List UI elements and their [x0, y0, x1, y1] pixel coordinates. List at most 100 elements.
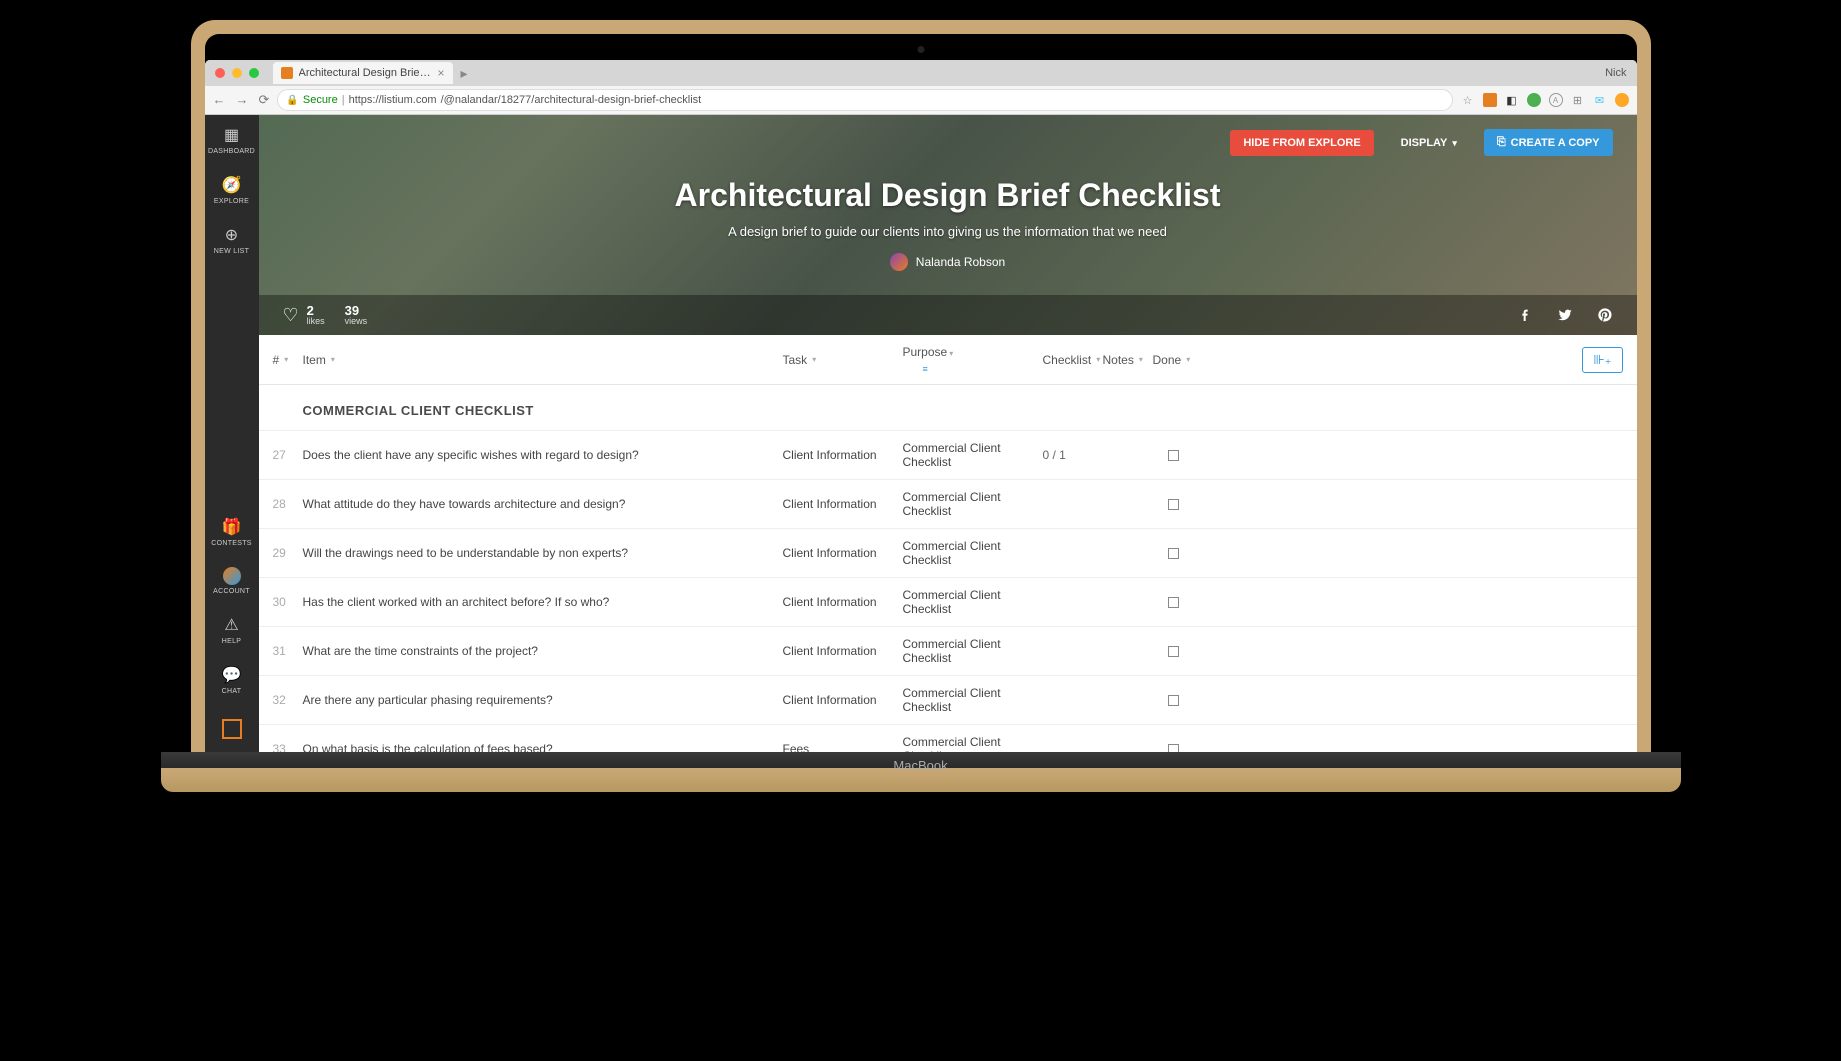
sidebar-item-newlist[interactable]: ⊕ NEW LIST: [205, 215, 259, 265]
row-item: Does the client have any specific wishes…: [303, 448, 783, 462]
row-number: 33: [273, 742, 303, 752]
url-field[interactable]: 🔒 Secure | https://listium.com/@nalandar…: [277, 89, 1452, 111]
row-purpose: Commercial Client Checklist: [903, 637, 1043, 665]
views-label: views: [345, 317, 368, 326]
row-item: Are there any particular phasing require…: [303, 693, 783, 707]
table-body: 27Does the client have any specific wish…: [259, 430, 1637, 752]
minimize-window-icon[interactable]: [232, 68, 242, 78]
column-header-checklist[interactable]: Checklist: [1043, 353, 1103, 367]
extension-icon[interactable]: [1527, 93, 1541, 107]
table-row[interactable]: 28What attitude do they have towards arc…: [259, 479, 1637, 528]
done-checkbox[interactable]: [1168, 744, 1179, 753]
done-checkbox[interactable]: [1168, 548, 1179, 559]
dashboard-icon: ▦: [224, 125, 239, 145]
sidebar-item-contests[interactable]: 🎁 CONTESTS: [205, 507, 259, 557]
author-link[interactable]: Nalanda Robson: [890, 253, 1005, 271]
bookmark-star-icon[interactable]: ☆: [1461, 93, 1475, 107]
tab-bar: Architectural Design Brief Che × ▸ Nick: [205, 60, 1637, 86]
hide-from-explore-button[interactable]: HIDE FROM EXPLORE: [1230, 130, 1373, 156]
sidebar-item-chat[interactable]: 💬 CHAT: [205, 655, 259, 705]
pinterest-icon[interactable]: [1597, 307, 1613, 323]
filter-icon: ≡: [923, 364, 928, 374]
row-done: [1153, 597, 1195, 608]
row-number: 27: [273, 448, 303, 462]
url-path: /@nalandar/18277/architectural-design-br…: [441, 94, 702, 106]
column-header-purpose[interactable]: Purpose ≡: [903, 345, 1043, 374]
sidebar-item-explore[interactable]: 🧭 EXPLORE: [205, 165, 259, 215]
back-icon[interactable]: ←: [213, 92, 226, 108]
tab-close-icon[interactable]: ×: [437, 66, 444, 80]
column-header-number[interactable]: #: [273, 353, 303, 367]
row-task: Client Information: [783, 546, 903, 560]
row-item: What are the time constraints of the pro…: [303, 644, 783, 658]
page-title: Architectural Design Brief Checklist: [675, 177, 1221, 214]
sidebar: ▦ DASHBOARD 🧭 EXPLORE ⊕ NEW LIST: [205, 115, 259, 752]
sidebar-item-label: EXPLORE: [214, 198, 249, 205]
done-checkbox[interactable]: [1168, 499, 1179, 510]
row-task: Fees: [783, 742, 903, 752]
extension-icon[interactable]: [1483, 93, 1497, 107]
chevron-down-icon: [1452, 137, 1457, 149]
extension-icon[interactable]: ◧: [1505, 93, 1519, 107]
display-label: DISPLAY: [1401, 137, 1448, 149]
column-label: Purpose: [903, 345, 954, 359]
table-row[interactable]: 31What are the time constraints of the p…: [259, 626, 1637, 675]
table-row[interactable]: 30Has the client worked with an architec…: [259, 577, 1637, 626]
extension-icon[interactable]: [1615, 93, 1629, 107]
done-checkbox[interactable]: [1168, 450, 1179, 461]
app-container: ▦ DASHBOARD 🧭 EXPLORE ⊕ NEW LIST: [205, 115, 1637, 752]
row-done: [1153, 450, 1195, 461]
tab-title: Architectural Design Brief Che: [299, 67, 432, 79]
column-header-done[interactable]: Done: [1153, 353, 1195, 367]
row-task: Client Information: [783, 448, 903, 462]
row-item: Will the drawings need to be understanda…: [303, 546, 783, 560]
column-header-notes[interactable]: Notes: [1103, 353, 1153, 367]
view-toggle-button[interactable]: ⊪₊: [1582, 347, 1622, 373]
window-controls: [205, 68, 269, 78]
address-bar: ← → ⟳ 🔒 Secure | https://listium.com/@na…: [205, 86, 1637, 114]
row-number: 31: [273, 644, 303, 658]
sidebar-item-help[interactable]: ⚠ HELP: [205, 605, 259, 655]
twitter-icon[interactable]: [1557, 307, 1573, 323]
sidebar-item-dashboard[interactable]: ▦ DASHBOARD: [205, 115, 259, 165]
facebook-icon[interactable]: [1517, 307, 1533, 323]
row-checklist: 0 / 1: [1043, 448, 1103, 462]
row-task: Client Information: [783, 644, 903, 658]
laptop-camera: [917, 46, 924, 53]
reload-icon[interactable]: ⟳: [259, 92, 270, 108]
row-done: [1153, 548, 1195, 559]
url-host: https://listium.com: [349, 94, 437, 106]
close-window-icon[interactable]: [215, 68, 225, 78]
page-subtitle: A design brief to guide our clients into…: [728, 224, 1167, 239]
maximize-window-icon[interactable]: [249, 68, 259, 78]
extension-icon[interactable]: ⊞: [1571, 93, 1585, 107]
table-row[interactable]: 27Does the client have any specific wish…: [259, 430, 1637, 479]
table-row[interactable]: 33On what basis is the calculation of fe…: [259, 724, 1637, 752]
like-button[interactable]: ♡ 2 likes: [283, 304, 325, 326]
forward-icon[interactable]: →: [236, 92, 249, 108]
laptop-base: MacBook: [161, 752, 1681, 792]
compass-icon: 🧭: [222, 175, 242, 195]
extension-icon[interactable]: A: [1549, 93, 1563, 107]
table-row[interactable]: 29Will the drawings need to be understan…: [259, 528, 1637, 577]
done-checkbox[interactable]: [1168, 695, 1179, 706]
create-copy-button[interactable]: ⎘ CREATE A COPY: [1484, 129, 1613, 156]
browser-tab[interactable]: Architectural Design Brief Che ×: [273, 62, 453, 84]
sidebar-item-label: CHAT: [222, 688, 242, 695]
row-number: 29: [273, 546, 303, 560]
sidebar-logo[interactable]: [205, 705, 259, 752]
table-row[interactable]: 32Are there any particular phasing requi…: [259, 675, 1637, 724]
column-header-item[interactable]: Item: [303, 353, 783, 367]
done-checkbox[interactable]: [1168, 597, 1179, 608]
row-done: [1153, 646, 1195, 657]
new-tab-icon[interactable]: ▸: [461, 65, 468, 82]
browser-user-menu[interactable]: Nick: [1605, 67, 1636, 79]
done-checkbox[interactable]: [1168, 646, 1179, 657]
extension-icon[interactable]: ✉: [1593, 93, 1607, 107]
extension-icons: ☆ ◧ A ⊞ ✉: [1461, 93, 1629, 107]
display-dropdown-button[interactable]: DISPLAY: [1388, 130, 1470, 156]
row-task: Client Information: [783, 693, 903, 707]
row-purpose: Commercial Client Checklist: [903, 539, 1043, 567]
sidebar-item-account[interactable]: ACCOUNT: [205, 557, 259, 605]
column-header-task[interactable]: Task: [783, 353, 903, 367]
